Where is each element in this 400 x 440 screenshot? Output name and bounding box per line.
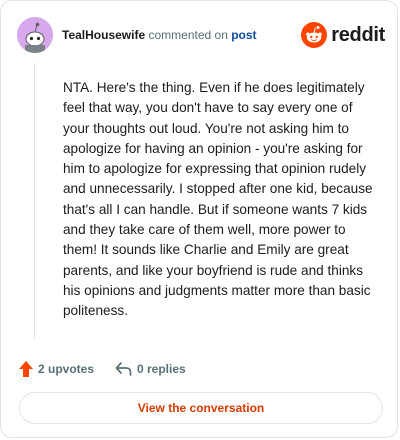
- username-link[interactable]: TealHousewife: [62, 28, 145, 42]
- thread-line: [34, 63, 35, 339]
- reply-button[interactable]: 0 replies: [115, 359, 186, 379]
- reply-arrow-icon: [115, 362, 132, 376]
- comment-actions: 2 upvotes 0 replies: [19, 359, 379, 379]
- view-conversation-button[interactable]: View the conversation: [19, 392, 383, 424]
- upvote-arrow-icon: [19, 361, 33, 377]
- reddit-logo[interactable]: reddit: [301, 22, 385, 48]
- comment-body: NTA. Here's the thing. Even if he does l…: [63, 80, 373, 319]
- comment-meta: TealHousewife commented on post: [62, 27, 257, 43]
- snoo-avatar-icon[interactable]: [17, 17, 53, 53]
- post-link[interactable]: post: [231, 28, 256, 42]
- comment-header: TealHousewife commented on post reddit: [17, 17, 385, 53]
- upvote-button[interactable]: 2 upvotes: [19, 359, 94, 379]
- reply-count: 0 replies: [137, 362, 186, 376]
- commented-on-label: commented on: [148, 28, 228, 42]
- comment-embed-card: TealHousewife commented on post reddit N…: [0, 0, 398, 438]
- reddit-logo-icon: [301, 22, 328, 48]
- upvote-count: 2 upvotes: [38, 362, 95, 376]
- reddit-wordmark: reddit: [331, 23, 385, 46]
